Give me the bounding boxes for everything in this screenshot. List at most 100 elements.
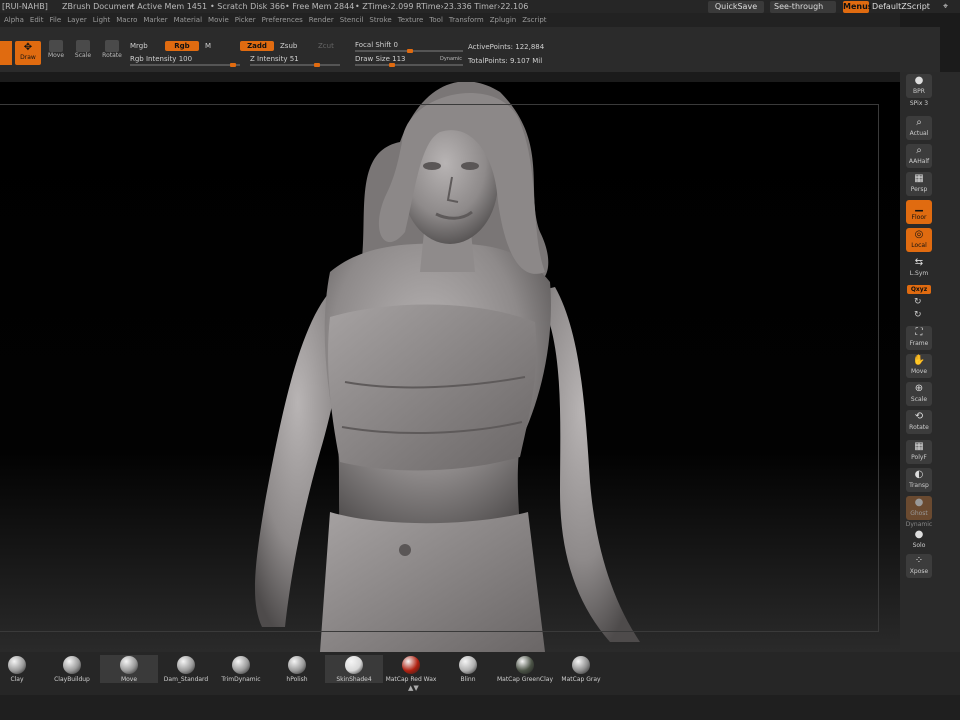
menu-item[interactable]: Light: [93, 16, 110, 24]
scale-button[interactable]: Scale: [70, 40, 96, 66]
scale-view-button[interactable]: ⊕ Scale: [906, 382, 932, 406]
polyf-button[interactable]: ▦ PolyF: [906, 440, 932, 464]
rgb-intensity-track[interactable]: [130, 63, 240, 67]
menu-item[interactable]: Layer: [67, 16, 87, 24]
aahalf-label: AAHalf: [908, 158, 930, 165]
mrgb-button[interactable]: Mrgb: [130, 42, 148, 50]
magnifier-half-icon: ⌕: [916, 145, 922, 156]
frame-label: Frame: [909, 340, 929, 347]
bpr-button[interactable]: ● BPR: [906, 74, 932, 98]
material-sphere-icon: [516, 656, 534, 674]
quicksave-button[interactable]: QuickSave: [708, 1, 764, 13]
ghost-button[interactable]: ● Ghost: [906, 496, 932, 520]
scale-label: Scale: [74, 52, 92, 59]
transparency-icon: ◐: [914, 469, 924, 480]
zsub-button[interactable]: Zsub: [280, 42, 297, 50]
spix-slider[interactable]: SPix 3: [904, 100, 934, 107]
tray-item[interactable]: MatCap Gray: [552, 655, 610, 683]
focal-shift-slider[interactable]: Focal Shift 0: [355, 41, 398, 49]
z-intensity-label: Z Intensity: [250, 55, 288, 63]
xyz-button[interactable]: Qxyz: [907, 285, 931, 294]
rotate-z-icon[interactable]: ↻: [914, 310, 922, 320]
tray-item[interactable]: Dam_Standard: [157, 655, 215, 683]
bpr-sphere-icon: ●: [914, 75, 924, 86]
tray-item[interactable]: Clay: [0, 655, 46, 683]
menu-item[interactable]: Picker: [235, 16, 256, 24]
menu-item[interactable]: Stroke: [369, 16, 391, 24]
rgb-button[interactable]: Rgb: [165, 41, 199, 51]
frame-icon: ⛶: [915, 327, 923, 338]
menu-item[interactable]: Macro: [116, 16, 137, 24]
persp-button[interactable]: ▦ Persp: [906, 172, 932, 196]
hand-icon: ✋: [912, 355, 926, 366]
actual-button[interactable]: ⌕ Actual: [906, 116, 932, 140]
zcut-button[interactable]: Zcut: [318, 42, 334, 50]
menu-item[interactable]: File: [49, 16, 61, 24]
document-title: ZBrush Document: [62, 2, 135, 11]
draw-size-slider[interactable]: Draw Size 113: [355, 55, 406, 63]
floor-button[interactable]: ▁ Floor: [906, 200, 932, 224]
aahalf-button[interactable]: ⌕ AAHalf: [906, 144, 932, 168]
free-mem: • Free Mem 2844: [285, 2, 355, 11]
edit-button[interactable]: [0, 41, 12, 65]
lsym-label: L.Sym: [909, 270, 929, 277]
tray-item[interactable]: Blinn: [439, 655, 497, 683]
grid-perspective-icon: ▦: [914, 173, 924, 184]
scratch-disk: • Scratch Disk 366: [210, 2, 286, 11]
frame-button[interactable]: ⛶ Frame: [906, 326, 932, 350]
menu-item[interactable]: Zplugin: [490, 16, 516, 24]
dynamic-toggle[interactable]: Dynamic: [440, 56, 462, 62]
menu-item[interactable]: Edit: [30, 16, 44, 24]
tray-item[interactable]: ClayBuildup: [43, 655, 101, 683]
menu-item[interactable]: Stencil: [340, 16, 364, 24]
status-bar: [0, 695, 960, 720]
transp-label: Transp: [909, 482, 929, 489]
pin-icon[interactable]: ⌖: [943, 2, 948, 12]
menu-item[interactable]: Transform: [449, 16, 484, 24]
tray-item[interactable]: TrimDynamic: [212, 655, 270, 683]
solo-button[interactable]: ● Solo: [906, 528, 932, 552]
tray-item-label: Move: [120, 676, 138, 683]
menu-item[interactable]: Alpha: [4, 16, 24, 24]
rotate-button[interactable]: Rotate: [99, 40, 125, 66]
rgb-intensity-slider[interactable]: Rgb Intensity 100: [130, 55, 192, 63]
tray-item[interactable]: SkinShade4: [325, 655, 383, 683]
default-script-button[interactable]: DefaultZScript: [871, 1, 931, 13]
tray-expand-icon[interactable]: ▲▼: [408, 684, 419, 692]
draw-button[interactable]: ✥ Draw: [15, 41, 41, 65]
tray-item[interactable]: hPolish: [268, 655, 326, 683]
menu-item[interactable]: Material: [174, 16, 202, 24]
transp-button[interactable]: ◐ Transp: [906, 468, 932, 492]
tray-item[interactable]: MatCap Red Wax: [382, 655, 440, 683]
focal-shift-track[interactable]: [355, 49, 463, 53]
menu-item[interactable]: Marker: [143, 16, 167, 24]
tray-item[interactable]: Move: [100, 655, 158, 683]
polyf-label: PolyF: [911, 454, 927, 461]
menu-item[interactable]: Render: [309, 16, 334, 24]
see-through-slider[interactable]: See-through 0: [770, 1, 836, 23]
rotate-view-button[interactable]: ⟲ Rotate: [906, 410, 932, 434]
rotate-y-icon[interactable]: ↻: [914, 297, 922, 307]
xpose-button[interactable]: ⁘ Xpose: [906, 554, 932, 578]
menu-item[interactable]: Preferences: [262, 16, 303, 24]
tray-item-label: Blinn: [460, 676, 476, 683]
tray-item[interactable]: MatCap GreenClay: [496, 655, 554, 683]
move-view-button[interactable]: ✋ Move: [906, 354, 932, 378]
move-button[interactable]: Move: [43, 40, 69, 66]
menu-item[interactable]: Zscript: [522, 16, 546, 24]
canvas-frame: [0, 104, 879, 632]
z-intensity-slider[interactable]: Z Intensity 51: [250, 55, 299, 63]
draw-size-track[interactable]: [355, 63, 463, 67]
menus-button[interactable]: Menus: [843, 1, 873, 13]
draw-icon: ✥: [23, 42, 33, 53]
menu-item[interactable]: Texture: [398, 16, 424, 24]
local-button[interactable]: ◎ Local: [906, 228, 932, 252]
zadd-button[interactable]: Zadd: [240, 41, 274, 51]
m-button[interactable]: M: [205, 42, 211, 50]
menu-item[interactable]: Movie: [208, 16, 229, 24]
lsym-button[interactable]: ⇆ L.Sym: [906, 256, 932, 280]
material-sphere-icon: [345, 656, 363, 674]
workspace-tag: [RUI-NAHB]: [2, 2, 48, 11]
menu-item[interactable]: Tool: [429, 16, 443, 24]
z-intensity-track[interactable]: [250, 63, 340, 67]
